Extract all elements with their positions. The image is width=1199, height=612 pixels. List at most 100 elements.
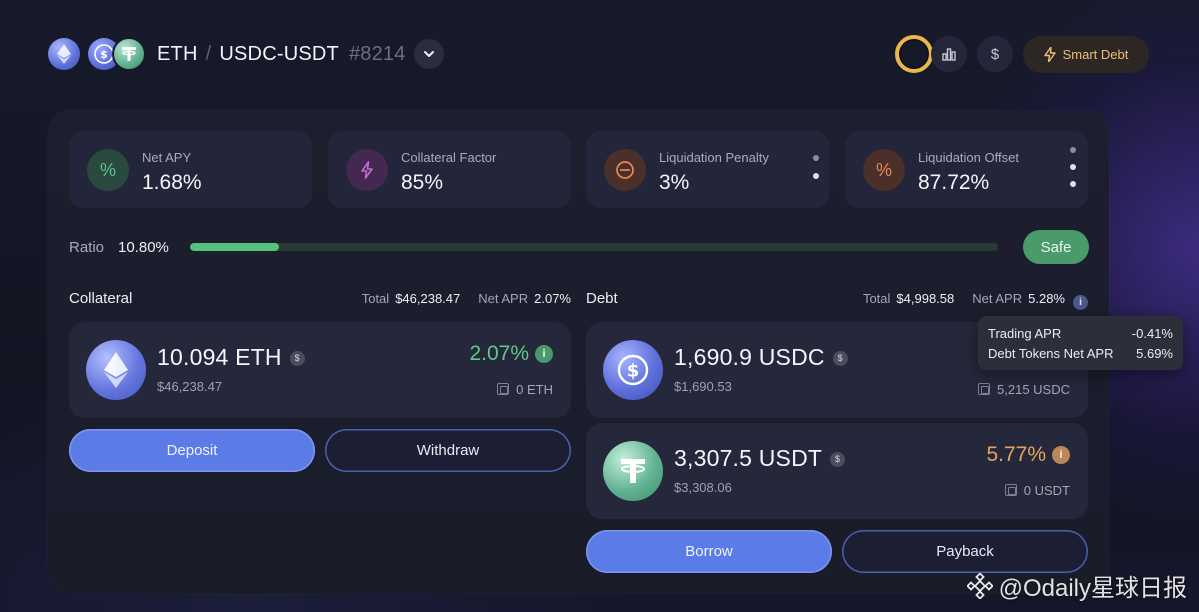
position-header: $ ETH / USDC-USDT #8214 $ Smart Debt: [48, 35, 1149, 73]
debt-summary: Total $4,998.58 Net APR 5.28% i: [863, 291, 1088, 310]
currency-button[interactable]: $: [977, 36, 1013, 72]
asset-rate-text: 5.77%: [986, 443, 1046, 466]
watermark-text: @Odaily星球日报: [998, 575, 1187, 602]
net-apr-label: Net APR: [478, 291, 529, 306]
stat-label: Liquidation Penalty: [659, 150, 769, 165]
stat-value: 3%: [659, 171, 690, 194]
pair-separator: /: [205, 43, 212, 65]
svg-text:$: $: [100, 48, 108, 61]
info-icon[interactable]: i: [1052, 446, 1070, 464]
asset-pool-text: 5,215 USDC: [997, 382, 1070, 397]
net-apr-label: Net APR: [972, 291, 1023, 306]
ratio-progress-fill: [190, 243, 279, 251]
collateral-header: Collateral Total $46,238.47 Net APR 2.07%: [69, 288, 571, 310]
net-apr-tooltip: Trading APR -0.41% Debt Tokens Net APR 5.6…: [978, 316, 1183, 370]
stat-label: Net APY: [142, 150, 192, 165]
stack-icon: [1004, 484, 1017, 496]
percent-icon: %: [863, 149, 905, 191]
asset-amount: 10.094 ETH $: [157, 344, 305, 371]
asset-pool-text: 0 USDT: [1023, 483, 1070, 498]
percent-icon: %: [87, 149, 129, 191]
stack-icon: [497, 383, 510, 395]
position-id: #8214: [348, 43, 406, 65]
debt-total: $4,998.58: [896, 291, 955, 306]
binance-logo-icon: [966, 572, 993, 599]
collateral-net-apr: 2.07%: [534, 291, 571, 306]
debt-asset-usdt: 3,307.5 USDT $ $3,308.06 5.77% i 0 USDT: [586, 423, 1088, 519]
asset-rate: 5.77% i: [986, 443, 1070, 467]
pager-dots[interactable]: [813, 155, 819, 179]
stats-chart-button[interactable]: [931, 36, 967, 72]
eth-token-icon: [48, 38, 80, 70]
stat-liquidation-penalty: Liquidation Penalty 3%: [586, 131, 829, 208]
asset-pool-text: 0 ETH: [516, 382, 553, 397]
collateral-asset-eth: 10.094 ETH $ $46,238.47 2.07% i 0 ETH: [69, 322, 571, 418]
asset-usd-value: $3,308.06: [674, 480, 732, 495]
status-badge: Safe: [1023, 230, 1089, 264]
asset-usd-value: $1,690.53: [674, 379, 732, 394]
asset-pool: 0 ETH: [497, 382, 553, 397]
total-label: Total: [862, 291, 891, 306]
tooltip-label: Trading APR: [988, 326, 1062, 341]
withdraw-button[interactable]: Withdraw: [325, 429, 571, 472]
tooltip-value: 5.69%: [1136, 346, 1173, 361]
dollar-coin-icon: $: [832, 351, 848, 366]
collateral-summary: Total $46,238.47 Net APR 2.07%: [362, 291, 571, 306]
asset-amount-text: 1,690.9 USDC: [674, 344, 825, 370]
usdt-token-icon: [112, 37, 146, 71]
chevron-down-icon: [424, 51, 434, 57]
base-token-label: ETH: [157, 43, 198, 65]
asset-rate: 2.07% i: [469, 342, 553, 366]
minus-circle-icon: [604, 149, 646, 191]
tooltip-row: Trading APR -0.41%: [988, 324, 1173, 344]
lightning-icon: [346, 149, 388, 191]
stat-net-apy: % Net APY 1.68%: [69, 131, 312, 208]
borrow-button[interactable]: Borrow: [586, 530, 832, 573]
position-card: % Net APY 1.68% Collateral Factor 85% Li…: [48, 110, 1109, 594]
stat-value: 87.72%: [918, 171, 990, 194]
debt-title: Debt: [586, 290, 618, 307]
asset-pool: 5,215 USDC: [978, 382, 1070, 397]
usdc-token-icon: $: [603, 340, 663, 400]
position-dropdown-button[interactable]: [414, 39, 444, 69]
stat-value: 85%: [401, 171, 444, 194]
watermark: @Odaily星球日报: [966, 568, 1187, 603]
collateral-total: $46,238.47: [395, 291, 461, 306]
tooltip-row: Debt Tokens Net APR 5.69%: [988, 344, 1173, 364]
bar-chart-icon: [942, 48, 956, 61]
info-icon[interactable]: i: [1073, 295, 1088, 310]
tooltip-label: Debt Tokens Net APR: [988, 346, 1114, 361]
stat-value: 1.68%: [142, 171, 202, 194]
eth-token-icon: [86, 340, 146, 400]
stat-label: Collateral Factor: [401, 150, 497, 165]
info-icon[interactable]: i: [535, 345, 553, 363]
collateral-title: Collateral: [69, 290, 133, 307]
asset-amount: 1,690.9 USDC $: [674, 344, 848, 371]
debt-net-apr: 5.28%: [1028, 291, 1065, 306]
ratio-value: 10.80%: [118, 239, 169, 256]
debt-header: Debt Total $4,998.58 Net APR 5.28% i: [586, 288, 1088, 310]
svg-text:$: $: [627, 361, 640, 382]
stat-label: Liquidation Offset: [918, 150, 1019, 165]
total-label: Total: [361, 291, 390, 306]
ratio-row: Ratio 10.80% Safe: [69, 230, 1089, 266]
position-title: ETH / USDC-USDT #8214: [157, 43, 406, 66]
asset-usd-value: $46,238.47: [157, 379, 223, 394]
dollar-icon: $: [990, 45, 1000, 63]
asset-amount-text: 10.094 ETH: [157, 344, 282, 370]
smart-debt-button[interactable]: Smart Debt: [1023, 36, 1149, 73]
ratio-label: Ratio: [69, 239, 105, 256]
payback-button[interactable]: Payback: [842, 530, 1088, 573]
pager-dots[interactable]: [1070, 147, 1076, 187]
health-ring-icon[interactable]: [895, 35, 933, 73]
asset-amount: 3,307.5 USDT $: [674, 445, 846, 472]
stat-collateral-factor: Collateral Factor 85%: [328, 131, 571, 208]
debt-pair-label: USDC-USDT: [219, 43, 339, 65]
stat-liquidation-offset: % Liquidation Offset 87.72%: [845, 131, 1088, 208]
asset-rate-text: 2.07%: [469, 342, 529, 365]
stack-icon: [978, 383, 991, 395]
deposit-button[interactable]: Deposit: [69, 429, 315, 472]
dollar-coin-icon: $: [830, 452, 846, 467]
dollar-coin-icon: $: [289, 351, 305, 366]
smart-debt-label: Smart Debt: [1062, 47, 1129, 62]
